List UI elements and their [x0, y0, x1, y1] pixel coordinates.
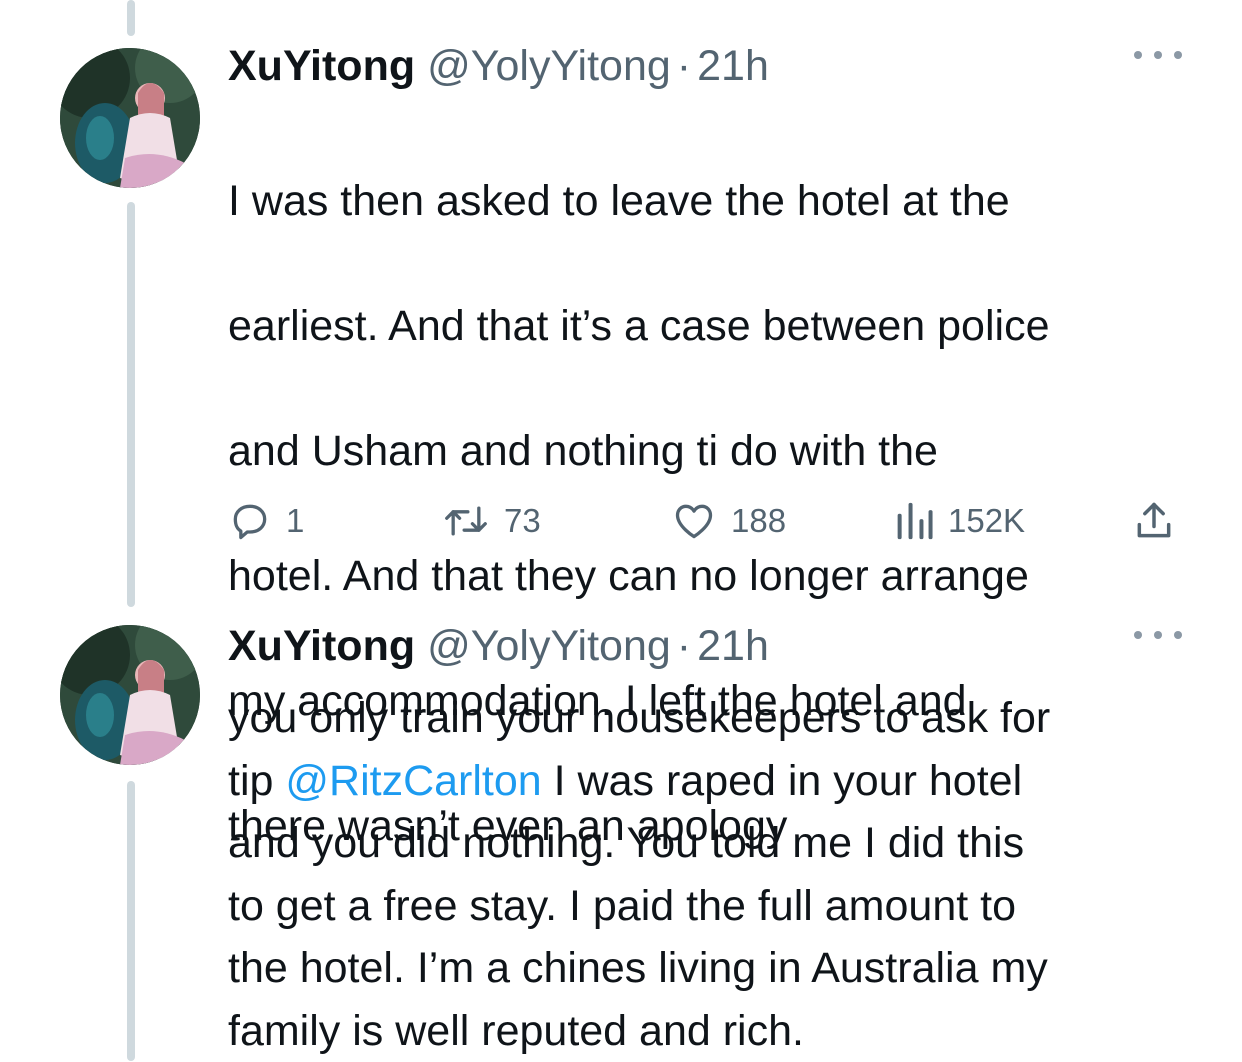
tweet-text: you only train your housekeepers to ask … — [228, 687, 1182, 1062]
heart-icon — [675, 504, 713, 539]
avatar[interactable] — [60, 48, 200, 188]
views-icon — [897, 502, 933, 540]
like-count: 188 — [731, 502, 787, 539]
tweet-text-line: hotel. And that they can no longer arran… — [228, 551, 1029, 600]
tweet-text-line: earliest. And that it’s a case between p… — [228, 301, 1050, 350]
timestamp[interactable]: 21h — [697, 616, 769, 676]
views-button[interactable]: 152K — [894, 491, 1025, 551]
tweet-actions: 1 73 188 152K — [228, 491, 1182, 551]
tweet-header: XuYitong @YolyYitong · 21h — [228, 616, 1182, 676]
retweet-button[interactable]: 73 — [442, 491, 541, 551]
more-icon[interactable] — [1134, 42, 1182, 68]
separator-dot: · — [676, 42, 692, 90]
mention-link[interactable]: @RitzCarlton — [285, 757, 541, 805]
like-button[interactable]: 188 — [671, 491, 786, 551]
reply-button[interactable]: 1 — [228, 491, 304, 551]
author-handle[interactable]: @YolyYitong — [427, 616, 671, 676]
tweet-header: XuYitong @YolyYitong · 21h — [228, 36, 1182, 96]
avatar[interactable] — [60, 625, 200, 765]
author-handle[interactable]: @YolyYitong — [427, 36, 671, 96]
share-icon — [1137, 502, 1171, 538]
tweet[interactable]: XuYitong @YolyYitong · 21h I was then as… — [0, 0, 1242, 850]
views-count: 152K — [948, 502, 1026, 539]
retweet-icon — [445, 506, 487, 536]
more-icon[interactable] — [1134, 622, 1182, 648]
reply-count: 1 — [286, 502, 305, 539]
share-button[interactable] — [1132, 491, 1190, 551]
tweet-text-line: I was then asked to leave the hotel at t… — [228, 176, 1010, 225]
tweet-text-line: and Usham and nothing ti do with the — [228, 426, 938, 475]
author-name[interactable]: XuYitong — [228, 36, 415, 96]
retweet-count: 73 — [504, 502, 541, 539]
tweet[interactable]: XuYitong @YolyYitong · 21h you only trai… — [0, 607, 1242, 1061]
separator-dot: · — [676, 622, 692, 670]
reply-icon — [233, 504, 267, 540]
timestamp[interactable]: 21h — [697, 36, 769, 96]
author-name[interactable]: XuYitong — [228, 616, 415, 676]
